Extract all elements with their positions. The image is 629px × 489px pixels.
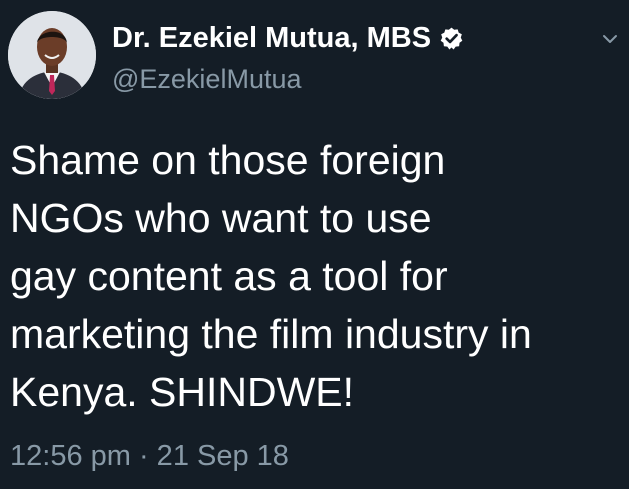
avatar[interactable] (8, 11, 96, 99)
chevron-down-icon[interactable] (599, 28, 621, 50)
profile-photo (8, 11, 96, 99)
user-handle[interactable]: @EzekielMutua (112, 64, 302, 95)
verified-badge-icon (439, 26, 464, 51)
tweet-card: Dr. Ezekiel Mutua, MBS @EzekielMutua Sha… (0, 0, 629, 489)
display-name[interactable]: Dr. Ezekiel Mutua, MBS (112, 22, 431, 55)
tweet-timestamp[interactable]: 12:56 pm · 21 Sep 18 (10, 440, 289, 473)
tweet-text: Shame on those foreign NGOs who want to … (10, 137, 532, 415)
display-name-row[interactable]: Dr. Ezekiel Mutua, MBS (112, 20, 464, 56)
